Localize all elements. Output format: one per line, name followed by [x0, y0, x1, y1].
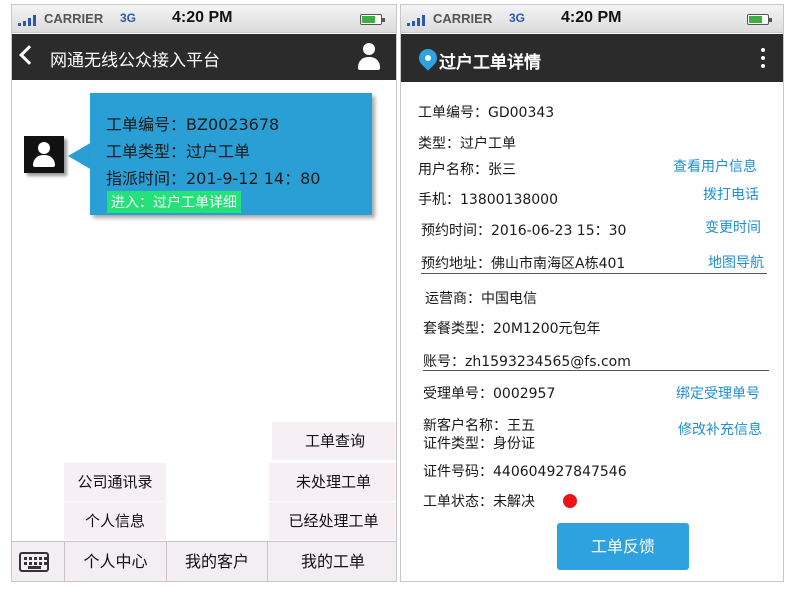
- keyboard-icon[interactable]: [19, 552, 49, 572]
- order-number: 工单编号：GD00343: [418, 105, 555, 121]
- bind-acceptance-number-link[interactable]: 绑定受理单号: [676, 383, 760, 403]
- clock: 4:20 PM: [172, 9, 233, 26]
- modify-info-link[interactable]: 修改补充信息: [678, 419, 762, 439]
- user-name: 用户名称：张三: [418, 162, 516, 178]
- order-number: 工单编号：BZ0023678: [106, 115, 280, 134]
- id-type: 证件类型：身份证: [423, 436, 535, 452]
- change-time-link[interactable]: 变更时间: [705, 217, 761, 237]
- page-title: 过户工单详情: [439, 53, 541, 73]
- app-bar: 过户工单详情: [401, 34, 783, 82]
- order-feedback-button[interactable]: 工单反馈: [557, 523, 689, 570]
- call-phone-link[interactable]: 拨打电话: [703, 184, 759, 204]
- avatar: [24, 136, 64, 173]
- network-label: 3G: [120, 11, 137, 25]
- map-navigation-link[interactable]: 地图导航: [708, 252, 764, 272]
- location-pin-icon: [415, 45, 441, 71]
- page-title: 网通无线公众接入平台: [50, 51, 220, 71]
- clock: 4:20 PM: [561, 9, 622, 26]
- order-type: 类型：过户工单: [418, 136, 516, 152]
- carrier-label: CARRIER: [433, 11, 493, 26]
- dispatch-time: 指派时间：201-9-12 14：80: [106, 169, 321, 188]
- network-label: 3G: [509, 11, 526, 25]
- menu-item-order-query[interactable]: 工单查询: [272, 422, 396, 460]
- tab-bar: 个人中心 我的客户 我的工单: [12, 541, 396, 581]
- phone-screen-order-detail: CARRIER 3G 4:20 PM 过户工单详情 工单编号：GD00343 类…: [400, 4, 784, 582]
- carrier-label: CARRIER: [44, 11, 104, 26]
- acceptance-number: 受理单号：0002957: [423, 386, 556, 402]
- tab-my-customers[interactable]: 我的客户: [166, 542, 267, 581]
- signal-icon: [18, 14, 40, 26]
- status-bar: CARRIER 3G 4:20 PM: [12, 5, 396, 33]
- phone-number: 手机：13800138000: [418, 192, 558, 208]
- appointment-address: 预约地址：佛山市南海区A栋401: [421, 256, 626, 272]
- status-bar: CARRIER 3G 4:20 PM: [401, 5, 783, 33]
- package-type: 套餐类型：20M1200元包年: [423, 321, 601, 337]
- tab-personal-center[interactable]: 个人中心: [64, 542, 166, 581]
- app-bar: 网通无线公众接入平台: [12, 34, 396, 80]
- account: 账号：zh1593234565@fs.com: [423, 354, 631, 370]
- menu-item-personal-info[interactable]: 个人信息: [64, 502, 166, 540]
- divider: [421, 273, 767, 274]
- view-user-info-link[interactable]: 查看用户信息: [673, 156, 757, 176]
- order-type: 工单类型：过户工单: [106, 142, 251, 161]
- signal-icon: [407, 14, 429, 26]
- tab-my-orders[interactable]: 我的工单: [267, 542, 396, 581]
- message-bubble: 工单编号：BZ0023678 工单类型：过户工单 指派时间：201-9-12 1…: [90, 93, 372, 215]
- menu-item-unprocessed-orders[interactable]: 未处理工单: [269, 463, 396, 501]
- appointment-time: 预约时间：2016-06-23 15：30: [421, 223, 627, 239]
- divider: [423, 370, 769, 371]
- battery-icon: [360, 14, 385, 25]
- menu-item-processed-orders[interactable]: 已经处理工单: [269, 502, 396, 540]
- battery-icon: [747, 14, 772, 25]
- message-bubble-tail: [68, 142, 92, 170]
- operator: 运营商：中国电信: [425, 291, 537, 307]
- id-number: 证件号码：440604927847546: [423, 464, 627, 480]
- menu-item-company-directory[interactable]: 公司通讯录: [64, 463, 166, 501]
- order-status: 工单状态：未解决: [423, 494, 535, 510]
- new-customer-name: 新客户名称：王五: [423, 418, 535, 434]
- user-icon[interactable]: [356, 43, 382, 71]
- phone-screen-home: CARRIER 3G 4:20 PM 网通无线公众接入平台 工单编号：BZ002…: [11, 4, 397, 582]
- back-icon[interactable]: [19, 45, 39, 65]
- more-menu-icon[interactable]: [761, 48, 765, 68]
- status-indicator-dot: [563, 494, 577, 508]
- enter-order-detail-link[interactable]: 进入：过户工单详细: [107, 191, 241, 213]
